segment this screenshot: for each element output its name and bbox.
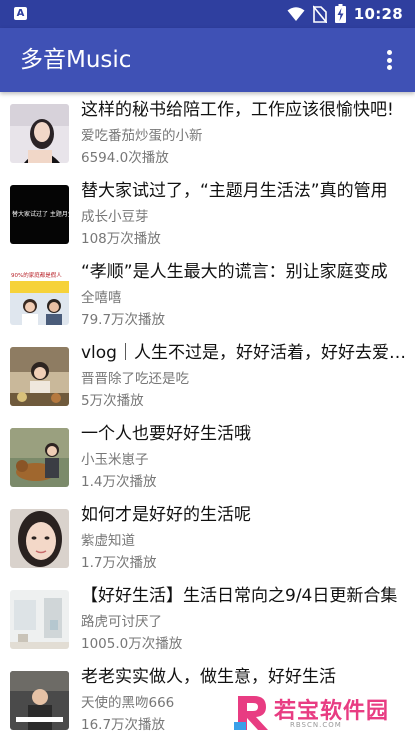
- thumbnail-image: [10, 509, 69, 568]
- list-item[interactable]: 90%的家庭都是假人 “孝顺”是人生最大的谎言：别让家庭变成 全嘻嘻 79.7万…: [0, 258, 415, 339]
- thumbnail-image: 90%的家庭都是假人: [10, 266, 69, 325]
- list-item[interactable]: 一个人也要好好生活哦 小玉米崽子 1.4万次播放: [0, 420, 415, 501]
- wifi-icon: [287, 6, 305, 21]
- item-play-count: 1.7万次播放: [81, 555, 157, 571]
- item-play-count: 79.7万次播放: [81, 312, 166, 328]
- item-artist: 成长小豆芽: [81, 209, 149, 225]
- list-item[interactable]: 如何才是好好的生活呢 紫虚知道 1.7万次播放: [0, 501, 415, 582]
- item-artist: 天使的黑吻666: [81, 695, 175, 711]
- battery-charging-icon: [334, 4, 346, 23]
- list-item[interactable]: 替大家试过了 主题月生活法 真的管 替大家试过了，“主题月生活法”真的管用 成长…: [0, 177, 415, 258]
- thumbnail-image: [10, 104, 69, 163]
- thumbnail-caption: 替大家试过了 主题月生活法 真的管: [12, 210, 69, 218]
- app-title: 多音Music: [20, 47, 132, 73]
- thumbnail-image: [10, 428, 69, 487]
- item-play-count: 6594.0次播放: [81, 150, 169, 166]
- item-play-count: 5万次播放: [81, 393, 144, 409]
- item-title: “孝顺”是人生最大的谎言：别让家庭变成: [81, 262, 388, 282]
- app-bar: 多音Music: [0, 28, 415, 92]
- video-list: 这样的秘书给陪工作，工作应该很愉快吧! 爱吃番茄炒蛋的小新 6594.0次播放 …: [0, 96, 415, 744]
- list-item[interactable]: 这样的秘书给陪工作，工作应该很愉快吧! 爱吃番茄炒蛋的小新 6594.0次播放: [0, 96, 415, 177]
- item-artist: 小玉米崽子: [81, 452, 149, 468]
- item-artist: 全嘻嘻: [81, 290, 122, 306]
- status-bar: A 10:28: [0, 0, 415, 28]
- thumbnail-image: [10, 347, 69, 406]
- item-play-count: 16.7万次播放: [81, 717, 166, 733]
- list-item[interactable]: 【好好生活】生活日常向之9/4日更新合集 路虎可讨厌了 1005.0万次播放: [0, 582, 415, 663]
- clock: 10:28: [353, 4, 403, 23]
- item-artist: 紫虚知道: [81, 533, 135, 549]
- item-play-count: 1.4万次播放: [81, 474, 157, 490]
- item-title: 【好好生活】生活日常向之9/4日更新合集: [81, 586, 398, 606]
- notification-a-icon: A: [14, 7, 27, 20]
- item-artist: 路虎可讨厌了: [81, 614, 162, 630]
- item-title: 老老实实做人，做生意，好好生活: [81, 667, 336, 687]
- item-title: vlog｜人生不过是，好好活着，好好去爱…: [81, 343, 406, 363]
- item-title: 如何才是好好的生活呢: [81, 505, 251, 525]
- item-title: 替大家试过了，“主题月生活法”真的管用: [81, 181, 388, 201]
- thumbnail-caption: 90%的家庭都是假人: [11, 271, 62, 279]
- thumbnail-image: [10, 671, 69, 730]
- item-title: 这样的秘书给陪工作，工作应该很愉快吧!: [81, 100, 394, 120]
- item-play-count: 108万次播放: [81, 231, 161, 247]
- watermark-subtext: RBSCN.COM: [290, 721, 342, 729]
- thumbnail-image: 替大家试过了 主题月生活法 真的管: [10, 185, 69, 244]
- watermark-r-icon: [234, 696, 268, 730]
- item-play-count: 1005.0万次播放: [81, 636, 183, 652]
- no-sim-icon: [312, 4, 327, 23]
- item-artist: 爱吃番茄炒蛋的小新: [81, 128, 203, 144]
- watermark-logo: 若宝软件园 RBSCN.COM: [230, 690, 402, 734]
- item-artist: 晋晋除了吃还是吃: [81, 371, 189, 387]
- system-icons: 10:28: [287, 4, 403, 23]
- thumbnail-image: [10, 590, 69, 649]
- list-item[interactable]: vlog｜人生不过是，好好活着，好好去爱… 晋晋除了吃还是吃 5万次播放: [0, 339, 415, 420]
- item-title: 一个人也要好好生活哦: [81, 424, 251, 444]
- more-vert-icon[interactable]: [377, 48, 401, 72]
